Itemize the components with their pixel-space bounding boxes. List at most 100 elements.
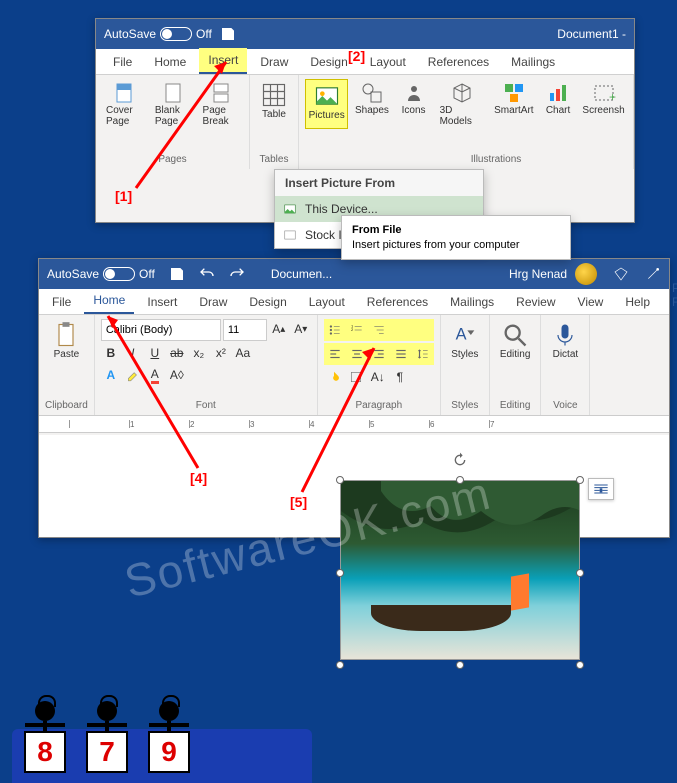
tab-layout[interactable]: Layout (300, 290, 354, 314)
autosave-toggle[interactable]: AutoSave Off (47, 267, 155, 281)
subscript-button[interactable]: x₂ (189, 343, 209, 363)
font-size-combo[interactable]: 11 (223, 319, 267, 341)
diamond-icon[interactable] (613, 266, 629, 282)
editing-button[interactable]: Editing (496, 319, 535, 362)
show-marks-button[interactable]: ¶ (390, 367, 410, 387)
wand-icon[interactable] (645, 266, 661, 282)
grow-font-button[interactable]: A▴ (269, 319, 289, 339)
page-break-button[interactable]: Page Break (199, 79, 243, 129)
superscript-button[interactable]: x² (211, 343, 231, 363)
group-tables: Table Tables (250, 75, 299, 169)
strikethrough-button[interactable]: ab (167, 343, 187, 363)
font-color-button[interactable]: A (145, 365, 165, 385)
shrink-font-button[interactable]: A▾ (291, 319, 311, 339)
bullets-button[interactable] (325, 320, 345, 340)
tab-file[interactable]: File (104, 50, 141, 74)
highlight-button[interactable] (123, 365, 143, 385)
tab-layout[interactable]: Layout (361, 50, 415, 74)
dictate-button[interactable]: Dictat (547, 319, 583, 362)
group-label-voice: Voice (547, 400, 583, 411)
tab-home[interactable]: Home (145, 50, 195, 74)
tab-references[interactable]: References (419, 50, 498, 74)
tab-picture-format[interactable]: Picture For (663, 276, 677, 314)
group-label-clipboard: Clipboard (45, 400, 88, 411)
clear-format-button[interactable]: A◊ (167, 365, 187, 385)
autosave-label: AutoSave (47, 267, 99, 281)
score-card: 9 (148, 731, 190, 773)
font-name-combo[interactable]: Calibri (Body) (101, 319, 221, 341)
tab-file[interactable]: File (43, 290, 80, 314)
ribbon-tabs: File Home Insert Draw Design Layout Refe… (96, 49, 634, 75)
redo-icon[interactable] (229, 266, 245, 282)
layout-options-button[interactable] (588, 478, 614, 500)
svg-text:A: A (455, 326, 466, 344)
tab-insert[interactable]: Insert (199, 48, 247, 74)
group-illustrations: Pictures Shapes Icons 3D Models SmartArt… (299, 75, 634, 169)
text-effects-button[interactable]: A (101, 365, 121, 385)
tab-draw[interactable]: Draw (251, 50, 297, 74)
tab-draw[interactable]: Draw (190, 290, 236, 314)
paste-button[interactable]: Paste (45, 319, 88, 362)
shapes-button[interactable]: Shapes (352, 79, 391, 129)
judge-3: 9 (148, 701, 190, 773)
screenshot-button[interactable]: +Screensh (580, 79, 627, 129)
dropdown-header: Insert Picture From (275, 170, 483, 196)
tooltip-body: Insert pictures from your computer (352, 239, 560, 251)
handle-bm[interactable] (456, 661, 464, 669)
numbering-button[interactable]: 12 (347, 320, 367, 340)
tab-help[interactable]: Help (616, 290, 659, 314)
handle-rm[interactable] (576, 569, 584, 577)
handle-tl[interactable] (336, 476, 344, 484)
shading-button[interactable] (324, 367, 344, 387)
3d-models-button[interactable]: 3D Models (436, 79, 488, 129)
tab-mailings[interactable]: Mailings (441, 290, 503, 314)
group-clipboard: Paste Clipboard (39, 315, 95, 415)
group-label-styles: Styles (447, 400, 483, 411)
user-area: Hrg Nenad (509, 263, 661, 285)
save-icon[interactable] (169, 266, 185, 282)
tab-design[interactable]: Design (240, 290, 295, 314)
tab-design[interactable]: Design (301, 50, 356, 74)
ruler[interactable]: 1234567 (39, 415, 669, 433)
change-case-button[interactable]: Aa (233, 343, 253, 363)
styles-button[interactable]: AStyles (447, 319, 483, 362)
handle-lm[interactable] (336, 569, 344, 577)
table-button[interactable]: Table (256, 79, 292, 122)
tab-home[interactable]: Home (84, 288, 134, 314)
sort-button[interactable]: A↓ (368, 367, 388, 387)
chart-button[interactable]: Chart (540, 79, 576, 129)
cover-page-button[interactable]: Cover Page (102, 79, 147, 129)
tab-mailings[interactable]: Mailings (502, 50, 564, 74)
multilevel-button[interactable] (369, 320, 389, 340)
align-center-button[interactable] (347, 344, 367, 364)
tab-view[interactable]: View (569, 290, 613, 314)
autosave-state: Off (196, 27, 212, 41)
handle-bl[interactable] (336, 661, 344, 669)
rotate-handle[interactable] (452, 452, 468, 468)
autosave-toggle[interactable]: AutoSave Off (104, 27, 212, 41)
selected-picture[interactable] (320, 460, 600, 685)
avatar[interactable] (575, 263, 597, 285)
italic-button[interactable]: I (123, 343, 143, 363)
pictures-button[interactable]: Pictures (305, 79, 348, 129)
line-spacing-button[interactable] (413, 344, 433, 364)
handle-tr[interactable] (576, 476, 584, 484)
icons-button[interactable]: Icons (396, 79, 432, 129)
bold-button[interactable]: B (101, 343, 121, 363)
align-left-button[interactable] (325, 344, 345, 364)
tab-insert[interactable]: Insert (138, 290, 186, 314)
judge-1: 8 (24, 701, 66, 773)
blank-page-button[interactable]: Blank Page (151, 79, 195, 129)
align-right-button[interactable] (369, 344, 389, 364)
smartart-button[interactable]: SmartArt (492, 79, 536, 129)
justify-button[interactable] (391, 344, 411, 364)
undo-icon[interactable] (199, 266, 215, 282)
tab-references[interactable]: References (358, 290, 437, 314)
handle-tm[interactable] (456, 476, 464, 484)
handle-br[interactable] (576, 661, 584, 669)
group-voice: Dictat Voice (541, 315, 590, 415)
tab-review[interactable]: Review (507, 290, 564, 314)
save-icon[interactable] (220, 26, 236, 42)
underline-button[interactable]: U (145, 343, 165, 363)
borders-button[interactable] (346, 367, 366, 387)
